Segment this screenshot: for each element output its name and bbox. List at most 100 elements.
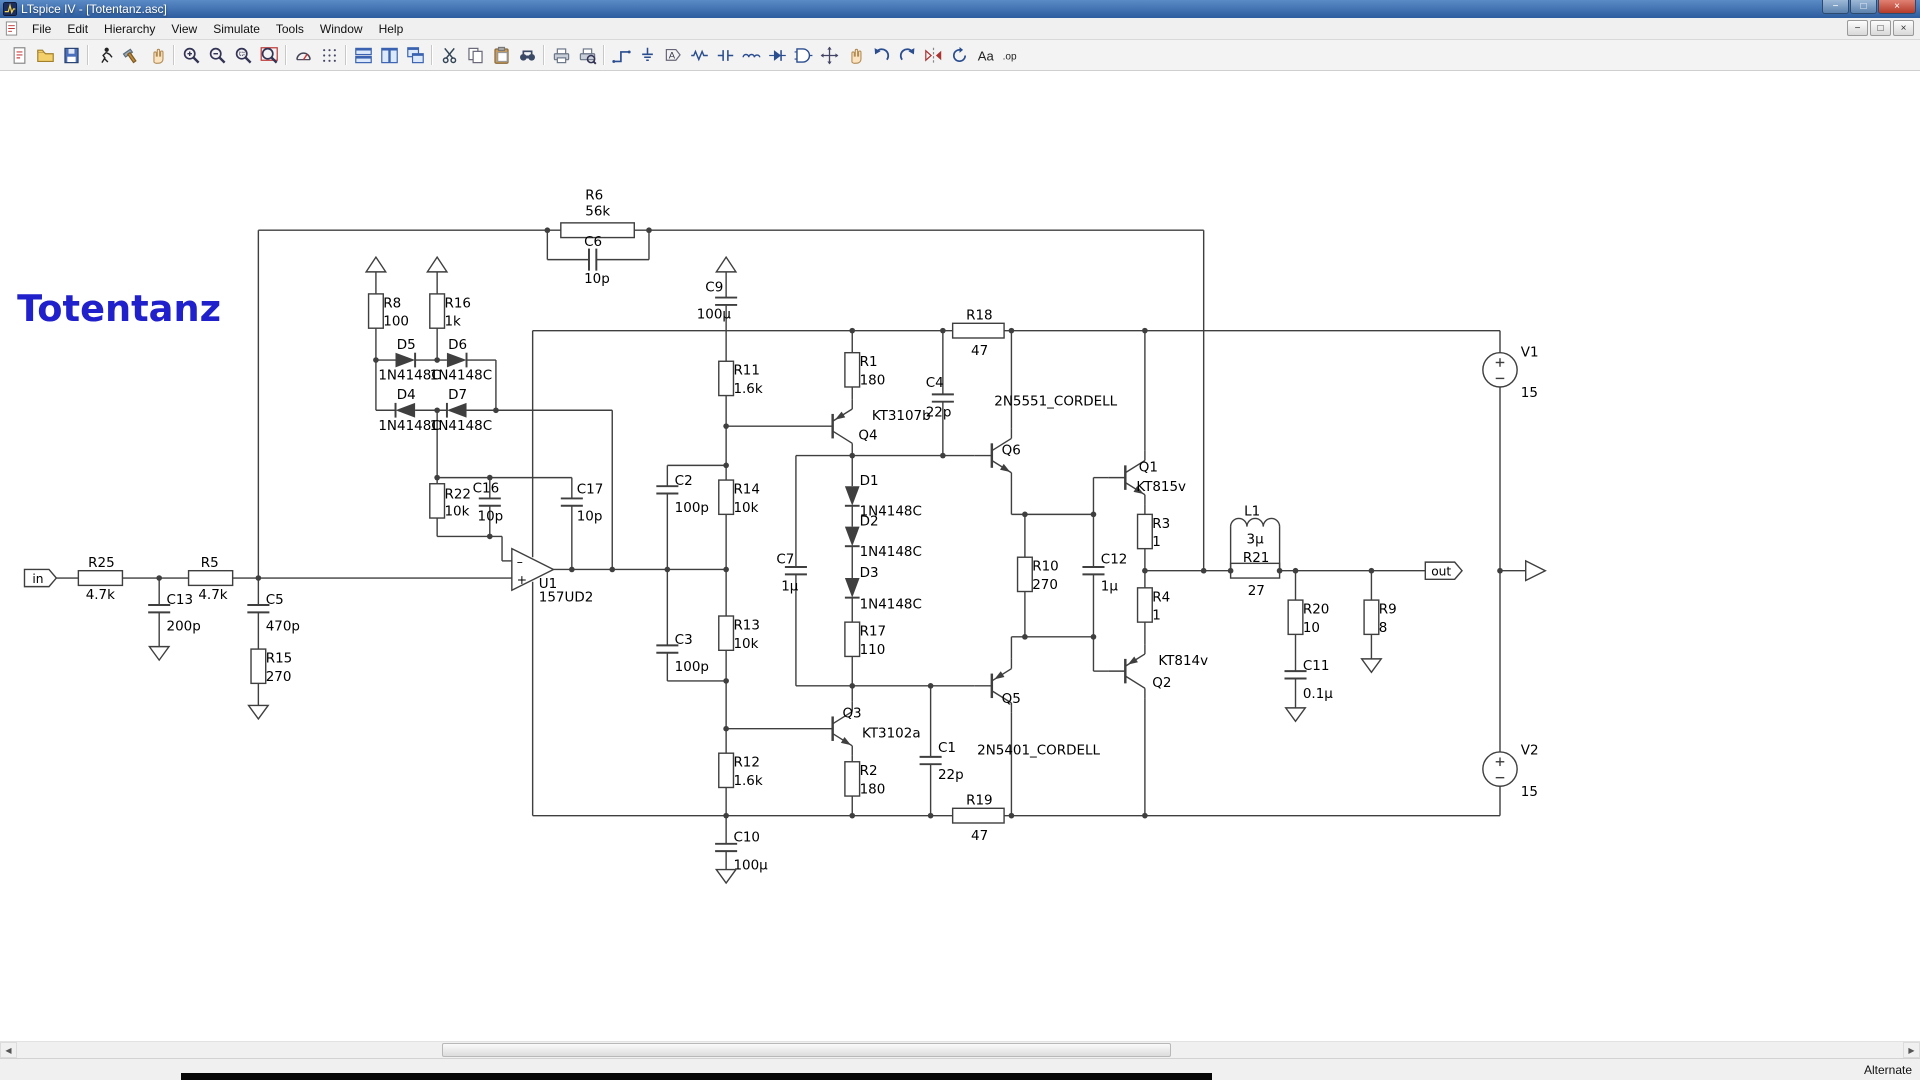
- ground-flag[interactable]: [1286, 708, 1306, 721]
- component-R10[interactable]: R10270: [1018, 557, 1059, 593]
- component-C13[interactable]: C13200p: [148, 592, 201, 635]
- component-R20[interactable]: R2010: [1288, 600, 1329, 636]
- menu-view[interactable]: View: [163, 20, 205, 38]
- paste-icon[interactable]: [488, 43, 514, 67]
- component-R4[interactable]: R41: [1138, 588, 1171, 624]
- title-bar[interactable]: LTspice IV - [Totentanz.asc] −□×: [0, 0, 1920, 18]
- component-R6[interactable]: R656k: [561, 188, 634, 238]
- component-R15[interactable]: R15270: [251, 649, 292, 685]
- minimize-button[interactable]: −: [1822, 0, 1849, 14]
- component-C12[interactable]: C121µ: [1082, 551, 1127, 594]
- place-inductor-icon[interactable]: [738, 43, 764, 67]
- place-ground-icon[interactable]: [634, 43, 660, 67]
- menu-tools[interactable]: Tools: [268, 20, 312, 38]
- component-R5[interactable]: R54.7k: [189, 555, 233, 603]
- autorange-icon[interactable]: [290, 43, 316, 67]
- ground-flag[interactable]: [149, 647, 169, 660]
- menu-window[interactable]: Window: [312, 20, 371, 38]
- component-C11[interactable]: C110.1µ: [1284, 658, 1333, 702]
- ground-flag[interactable]: [1362, 659, 1382, 672]
- component-R18[interactable]: R1847: [953, 308, 1004, 360]
- zoom-area-icon[interactable]: [230, 43, 256, 67]
- draw-wire-icon[interactable]: [608, 43, 634, 67]
- component-D3[interactable]: D31N4148C: [845, 565, 922, 613]
- component-Q1[interactable]: Q1KT815v: [1108, 451, 1186, 505]
- redo-icon[interactable]: [894, 43, 920, 67]
- component-C17[interactable]: C1710p: [561, 482, 603, 525]
- drag-icon[interactable]: [842, 43, 868, 67]
- component-Q4[interactable]: Q4KT3107b: [816, 399, 931, 453]
- scroll-left-button[interactable]: ◀: [0, 1042, 17, 1058]
- scrollbar-thumb[interactable]: [442, 1043, 1172, 1057]
- component-Q5[interactable]: Q52N5401_CORDELL: [975, 659, 1101, 759]
- net-flag-out[interactable]: out: [1425, 562, 1462, 579]
- component-R9[interactable]: R98: [1364, 600, 1397, 636]
- component-R14[interactable]: R1410k: [719, 480, 760, 516]
- component-Q2[interactable]: Q2KT814v: [1108, 644, 1208, 698]
- child-restore-button[interactable]: □: [1870, 20, 1891, 36]
- tile-vertical-icon[interactable]: [376, 43, 402, 67]
- menu-edit[interactable]: Edit: [59, 20, 96, 38]
- schematic-canvas-area[interactable]: R656kR8100R161kR111.6kR1410kR1310kR121.6…: [0, 71, 1920, 1041]
- grid-icon[interactable]: [316, 43, 342, 67]
- place-capacitor-icon[interactable]: [712, 43, 738, 67]
- component-R8[interactable]: R8100: [369, 294, 409, 330]
- copy-icon[interactable]: [462, 43, 488, 67]
- menu-help[interactable]: Help: [371, 20, 412, 38]
- label-net-icon[interactable]: A: [660, 43, 686, 67]
- power-flag[interactable]: [427, 257, 447, 272]
- net-flag-in[interactable]: in: [24, 569, 56, 586]
- save-icon[interactable]: [58, 43, 84, 67]
- menu-hierarchy[interactable]: Hierarchy: [96, 20, 163, 38]
- zoom-in-icon[interactable]: [178, 43, 204, 67]
- component-R3[interactable]: R31: [1138, 514, 1171, 550]
- cut-icon[interactable]: [436, 43, 462, 67]
- spice-directive-icon[interactable]: .op: [998, 43, 1024, 67]
- run-icon[interactable]: [92, 43, 118, 67]
- move-icon[interactable]: [816, 43, 842, 67]
- print-preview-icon[interactable]: [574, 43, 600, 67]
- tile-horizontal-icon[interactable]: [350, 43, 376, 67]
- component-Q6[interactable]: Q62N5551_CORDELL: [975, 393, 1118, 482]
- scroll-right-button[interactable]: ▶: [1903, 1042, 1920, 1058]
- zoom-full-extents-icon[interactable]: [256, 43, 282, 67]
- pan-icon[interactable]: [144, 43, 170, 67]
- close-button[interactable]: ×: [1878, 0, 1916, 14]
- component-D2[interactable]: D21N4148C: [845, 513, 922, 560]
- ground-flag[interactable]: [249, 705, 269, 718]
- place-resistor-icon[interactable]: [686, 43, 712, 67]
- component-U1[interactable]: –+U1157UD2: [512, 549, 593, 606]
- component-V1[interactable]: V115: [1483, 344, 1539, 400]
- rotate-icon[interactable]: [946, 43, 972, 67]
- component-R17[interactable]: R17110: [845, 622, 886, 658]
- power-flag[interactable]: [366, 257, 386, 272]
- find-icon[interactable]: [514, 43, 540, 67]
- component-C1[interactable]: C122p: [920, 740, 964, 783]
- menu-simulate[interactable]: Simulate: [205, 20, 268, 38]
- restore-button[interactable]: □: [1850, 0, 1877, 14]
- component-C5[interactable]: C5470p: [247, 592, 300, 635]
- power-flag[interactable]: [716, 257, 736, 272]
- component-C10[interactable]: C10100µ: [715, 829, 768, 873]
- component-R21[interactable]: R2127: [1231, 550, 1280, 599]
- component-C7[interactable]: C71µ: [776, 551, 807, 594]
- child-minimize-button[interactable]: −: [1847, 20, 1868, 36]
- component-D1[interactable]: D11N4148C: [845, 473, 922, 520]
- component-C3[interactable]: C3100p: [656, 632, 709, 675]
- component-R11[interactable]: R111.6k: [719, 361, 763, 397]
- mirror-icon[interactable]: [920, 43, 946, 67]
- component-C9[interactable]: C9100µ: [697, 279, 737, 322]
- place-text-icon[interactable]: Aa: [972, 43, 998, 67]
- component-R1[interactable]: R1180: [845, 353, 885, 389]
- component-R12[interactable]: R121.6k: [719, 753, 763, 789]
- component-L1[interactable]: L13µ: [1231, 504, 1280, 548]
- place-diode-icon[interactable]: [764, 43, 790, 67]
- cascade-windows-icon[interactable]: [402, 43, 428, 67]
- open-icon[interactable]: [32, 43, 58, 67]
- component-R19[interactable]: R1947: [953, 793, 1004, 845]
- component-R25[interactable]: R254.7k: [78, 555, 122, 603]
- component-R16[interactable]: R161k: [430, 294, 471, 330]
- component-R22[interactable]: R2210k: [430, 484, 471, 520]
- place-component-icon[interactable]: [790, 43, 816, 67]
- component-C16[interactable]: C1610p: [473, 480, 504, 524]
